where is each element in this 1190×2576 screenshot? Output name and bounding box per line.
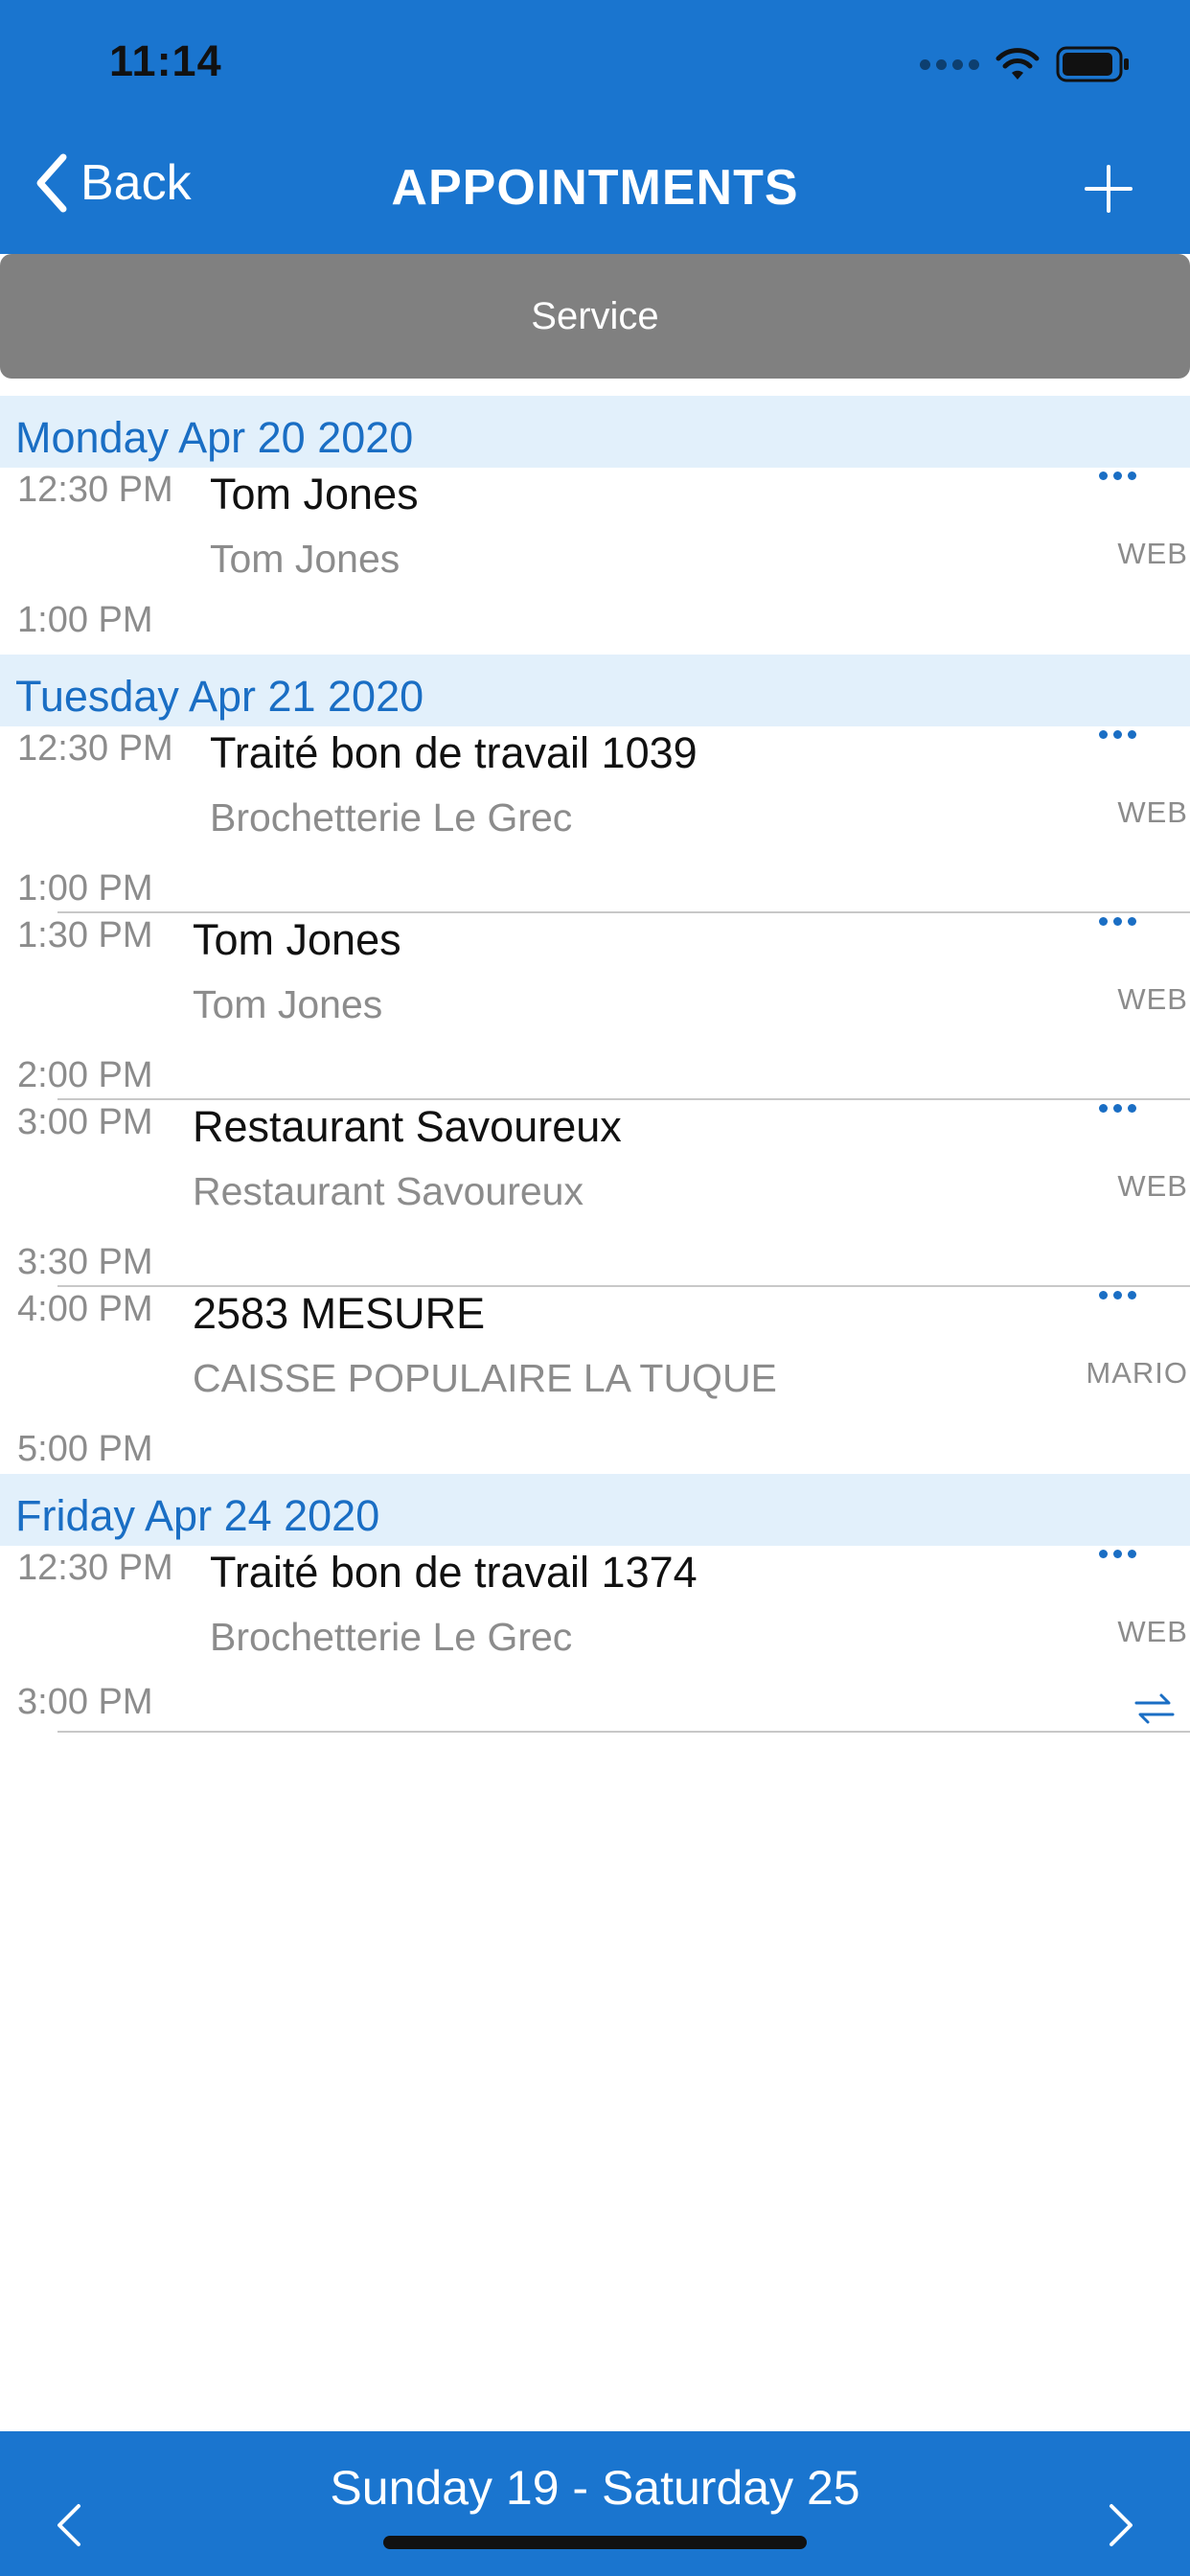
appointment-list: Monday Apr 20 2020 12:30 PM Tom Jones To… [0,396,1190,1733]
appointment-title: Restaurant Savoureux [193,1102,622,1151]
more-icon[interactable] [1099,1550,1136,1558]
appointment-client: Brochetterie Le Grec [210,795,573,840]
appointment-source: WEB [1117,1615,1188,1648]
status-icons [920,46,1131,82]
page-title: APPOINTMENTS [391,160,799,216]
appointment-start-time: 12:30 PM [17,728,173,769]
appointment-source: MARIO [1086,1356,1188,1390]
appointment-item[interactable]: 12:30 PM Traité bon de travail 1039 Broc… [0,726,1190,913]
appointment-client: Tom Jones [210,537,400,581]
wifi-icon [995,47,1041,81]
appointment-client: Tom Jones [193,982,383,1026]
signal-icon [920,58,979,70]
plus-icon[interactable] [1085,165,1133,213]
appointment-end-time: 2:00 PM [17,1055,153,1095]
week-navigator: Sunday 19 - Saturday 25 [0,2431,1190,2576]
appointment-end-time: 1:00 PM [17,868,153,908]
service-filter-button[interactable]: Service [0,254,1190,379]
appointment-title: Tom Jones [210,470,419,518]
more-icon[interactable] [1099,1104,1136,1113]
sync-icon [1134,1693,1175,1724]
appointment-start-time: 1:30 PM [17,915,153,955]
appointment-client: Brochetterie Le Grec [210,1615,573,1659]
appointment-source: WEB [1117,982,1188,1016]
more-icon[interactable] [1099,917,1136,926]
week-range-label[interactable]: Sunday 19 - Saturday 25 [0,2460,1190,2516]
appointment-source: WEB [1117,1169,1188,1203]
day-header: Monday Apr 20 2020 [0,396,1190,468]
appointment-item[interactable]: 1:30 PM Tom Jones Tom Jones WEB 2:00 PM [0,913,1190,1100]
appointment-end-time: 3:30 PM [17,1242,153,1282]
appointment-source: WEB [1117,537,1188,570]
appointment-client: CAISSE POPULAIRE LA TUQUE [193,1356,777,1400]
appointment-start-time: 12:30 PM [17,470,173,510]
appointment-start-time: 12:30 PM [17,1548,173,1588]
chevron-right-icon[interactable] [1102,2498,1140,2552]
day-header: Tuesday Apr 21 2020 [0,655,1190,726]
appointment-end-time: 3:00 PM [17,1682,153,1722]
appointment-start-time: 3:00 PM [17,1102,153,1142]
appointment-item[interactable]: 4:00 PM 2583 MESURE CAISSE POPULAIRE LA … [0,1287,1190,1474]
more-icon[interactable] [1099,1291,1136,1300]
appointment-title: Traité bon de travail 1374 [210,1548,698,1597]
appointment-item[interactable]: 3:00 PM Restaurant Savoureux Restaurant … [0,1100,1190,1287]
appointment-end-time: 1:00 PM [17,600,153,640]
home-indicator[interactable] [383,2536,807,2549]
day-header: Friday Apr 24 2020 [0,1474,1190,1546]
appointment-source: WEB [1117,795,1188,829]
appointment-item[interactable]: 12:30 PM Tom Jones Tom Jones WEB 1:00 PM [0,468,1190,655]
service-filter-label: Service [531,294,659,337]
more-icon[interactable] [1099,472,1136,480]
more-icon[interactable] [1099,730,1136,739]
appointment-client: Restaurant Savoureux [193,1169,584,1213]
divider [57,1731,1190,1733]
appointment-title: Tom Jones [193,915,401,964]
appointment-end-time: 5:00 PM [17,1429,153,1469]
battery-icon [1056,46,1131,82]
app-header: 11:14 Back APPOINTMENTS [0,0,1190,254]
status-time: 11:14 [109,36,222,85]
appointment-start-time: 4:00 PM [17,1289,153,1329]
appointment-item[interactable]: 12:30 PM Traité bon de travail 1374 Broc… [0,1546,1190,1733]
appointment-title: Traité bon de travail 1039 [210,728,698,777]
appointment-title: 2583 MESURE [193,1289,486,1338]
